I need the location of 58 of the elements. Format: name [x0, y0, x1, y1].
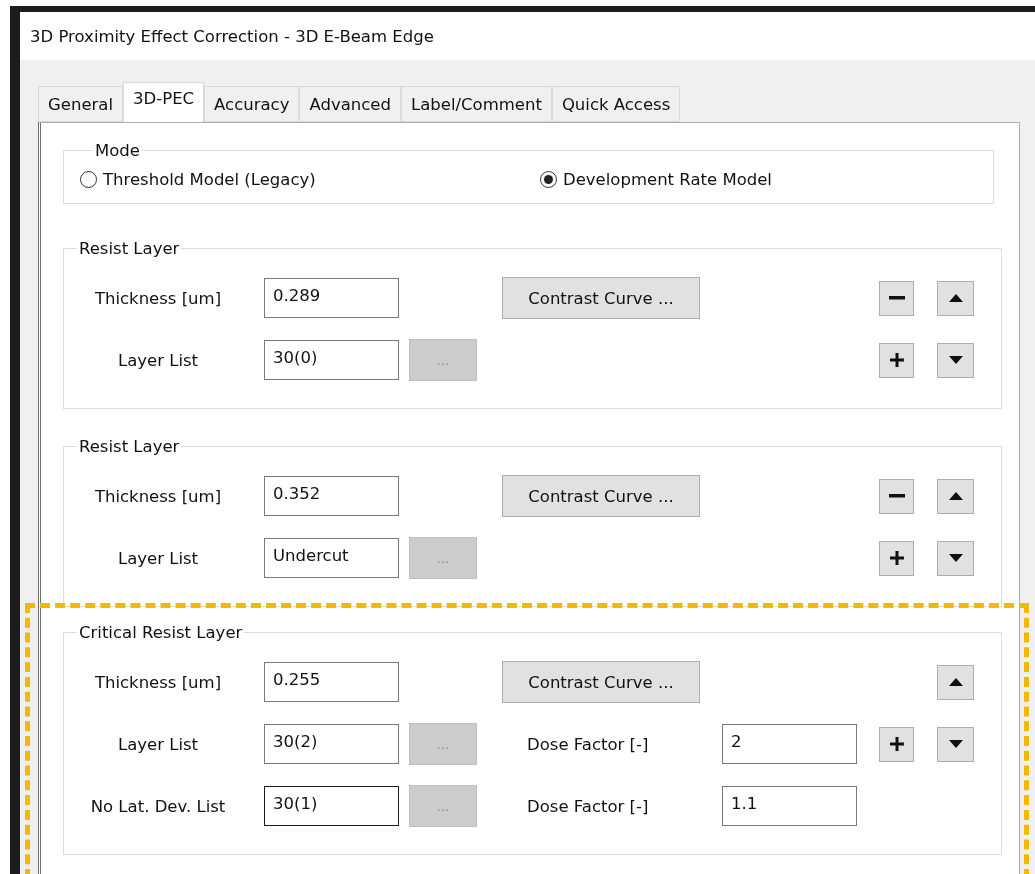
plus-icon	[889, 551, 904, 565]
text-field[interactable]: 0.289	[264, 278, 399, 318]
minus-icon	[888, 494, 905, 498]
field-label: Layer List	[116, 548, 200, 568]
down-triangle-icon	[948, 554, 963, 562]
move-down-button[interactable]	[937, 540, 974, 576]
field-label: Thickness [um]	[93, 288, 223, 308]
radio-option[interactable]: Development Rate Model	[540, 170, 993, 189]
add-button[interactable]	[879, 726, 914, 762]
group-title: Resist Layer	[78, 437, 181, 456]
add-button[interactable]	[879, 342, 914, 378]
field-label: Thickness [um]	[93, 672, 223, 692]
add-button[interactable]	[879, 540, 914, 576]
tab[interactable]: Advanced	[299, 86, 401, 122]
radio-button[interactable]	[540, 171, 557, 188]
tab[interactable]: Label/Comment	[400, 86, 552, 122]
text-field[interactable]: 2	[722, 724, 857, 764]
group-title: Critical Resist Layer	[78, 623, 244, 642]
move-up-button[interactable]	[937, 280, 974, 316]
field-label: Layer List	[116, 734, 200, 754]
tab[interactable]: General	[38, 86, 124, 122]
up-triangle-icon	[948, 294, 963, 302]
text-field[interactable]: 0.255	[264, 662, 399, 702]
field-label: No Lat. Dev. List	[89, 796, 227, 816]
move-up-button[interactable]	[937, 664, 974, 700]
contrast-curve-button[interactable]: Contrast Curve ...	[502, 475, 700, 517]
text-field[interactable]: 0.352	[264, 476, 399, 516]
remove-button[interactable]	[879, 280, 914, 316]
plus-icon	[889, 353, 904, 367]
text-field[interactable]: 1.1	[722, 786, 857, 826]
move-down-button[interactable]	[937, 342, 974, 378]
minus-icon	[888, 296, 905, 300]
remove-button[interactable]	[879, 478, 914, 514]
down-triangle-icon	[948, 740, 963, 748]
field-label: Thickness [um]	[93, 486, 223, 506]
tab[interactable]: Quick Access	[551, 86, 681, 122]
field-label: Layer List	[116, 350, 200, 370]
move-down-button[interactable]	[937, 726, 974, 762]
plus-icon	[889, 737, 904, 751]
field-label: Dose Factor [-]	[526, 796, 650, 816]
field-label: Dose Factor [-]	[526, 734, 650, 754]
text-field[interactable]: 30(2)	[264, 724, 399, 764]
text-field[interactable]: 30(1)	[264, 786, 399, 826]
up-triangle-icon	[948, 492, 963, 500]
contrast-curve-button[interactable]: Contrast Curve ...	[502, 277, 700, 319]
radio-option[interactable]: Threshold Model (Legacy)	[80, 170, 540, 189]
down-triangle-icon	[948, 356, 963, 364]
text-field[interactable]: Undercut	[264, 538, 399, 578]
move-up-button[interactable]	[937, 478, 974, 514]
tab[interactable]: 3D-PEC	[123, 82, 205, 122]
up-triangle-icon	[948, 678, 963, 686]
tab[interactable]: Accuracy	[204, 86, 300, 122]
group-title: Mode	[94, 141, 141, 160]
radio-button[interactable]	[80, 171, 97, 188]
group-title: Resist Layer	[78, 239, 181, 258]
contrast-curve-button[interactable]: Contrast Curve ...	[502, 661, 700, 703]
text-field[interactable]: 30(0)	[264, 340, 399, 380]
window-title: 3D Proximity Effect Correction - 3D E-Beam Edge	[30, 26, 434, 46]
